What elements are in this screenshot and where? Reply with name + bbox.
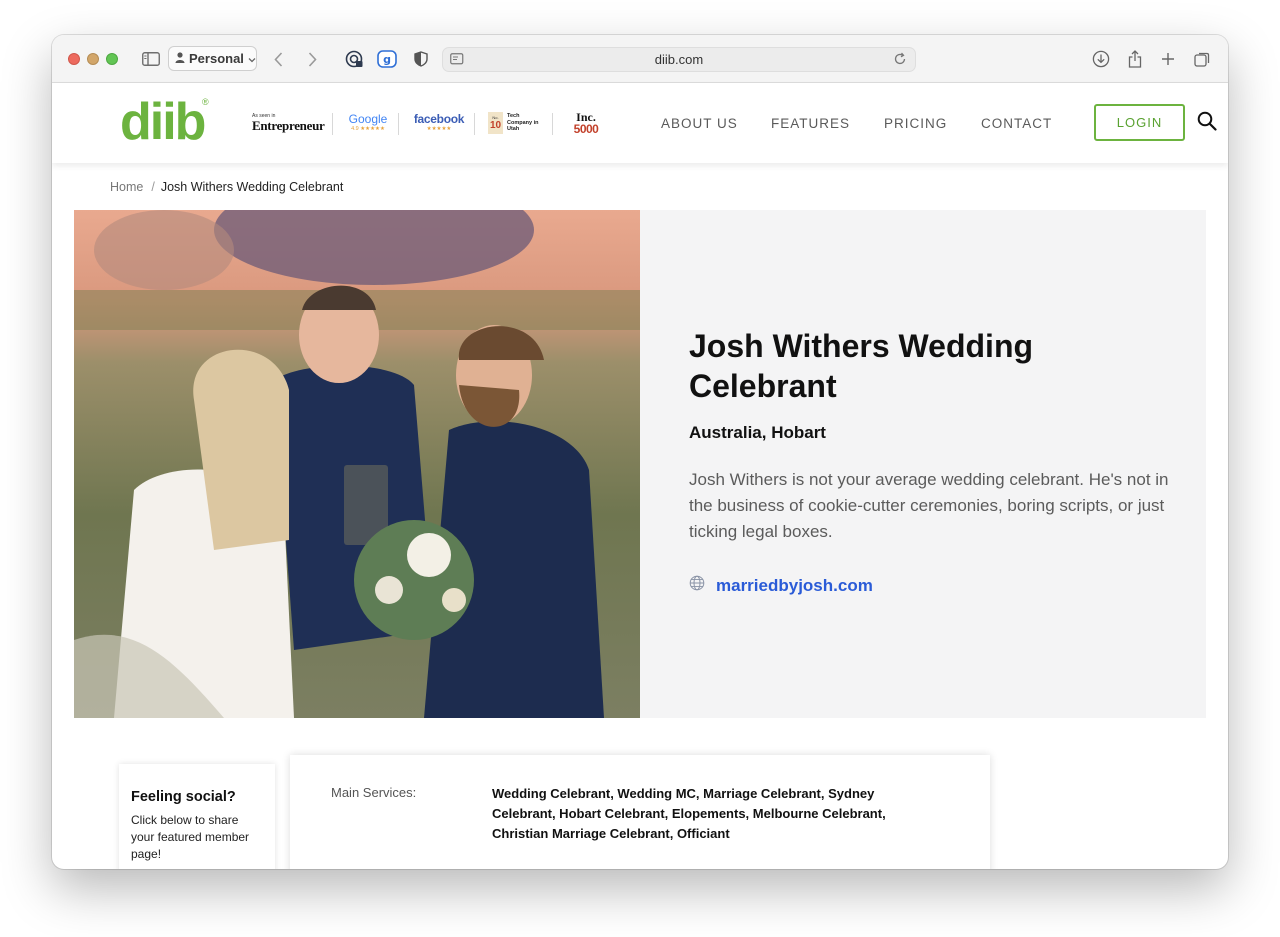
tabs-overview-icon[interactable]	[1193, 47, 1211, 71]
reload-icon[interactable]	[893, 52, 907, 69]
download-icon[interactable]	[1091, 47, 1111, 71]
nav-features[interactable]: FEATURES	[771, 116, 850, 131]
breadcrumb: Home / Josh Withers Wedding Celebrant	[110, 180, 343, 194]
back-icon[interactable]	[270, 47, 286, 71]
url-text: diib.com	[654, 52, 704, 67]
facebook-wordmark: facebook	[413, 112, 465, 126]
inc-number: 5000	[573, 121, 599, 136]
sidebar-icon[interactable]	[140, 47, 162, 71]
divider	[474, 113, 475, 135]
google-text: Google	[348, 112, 388, 126]
tech-rank-badge: No. 10	[488, 112, 503, 134]
globe-icon	[689, 575, 705, 596]
breadcrumb-home[interactable]: Home	[110, 180, 143, 194]
hero-photo	[74, 210, 640, 718]
zoom-window-button[interactable]	[106, 53, 118, 65]
social-title: Feeling social?	[131, 789, 236, 805]
divider	[332, 113, 333, 135]
press-logo-tech-company: No. 10 Tech Company in Utah	[488, 109, 546, 137]
social-text: Click below to share your featured membe…	[131, 813, 250, 861]
press-logo-entrepreneur: As seen in Entrepreneur	[252, 109, 325, 137]
business-description: Josh Withers is not your average wedding…	[689, 470, 1169, 541]
divider	[552, 113, 553, 135]
tech-company-text: Tech Company in Utah	[507, 113, 539, 133]
close-window-button[interactable]	[68, 53, 80, 65]
address-bar[interactable]: diib.com	[442, 47, 916, 72]
press-logo-facebook: facebook ★★★★★	[412, 109, 466, 137]
google-rating: 4.9 ★★★★★	[351, 126, 385, 132]
business-location: Australia, Hobart	[689, 423, 826, 442]
reader-icon[interactable]	[450, 53, 464, 69]
registered-mark: ®	[202, 97, 209, 107]
profile-label: Personal	[189, 51, 244, 66]
entrepreneur-wordmark: Entrepreneur	[252, 118, 325, 133]
website-link[interactable]: marriedbyjosh.com	[689, 575, 873, 596]
search-icon[interactable]	[1197, 111, 1217, 136]
breadcrumb-current: Josh Withers Wedding Celebrant	[160, 180, 344, 194]
diib-logo[interactable]: diib	[120, 96, 206, 148]
shield-icon[interactable]	[412, 47, 430, 71]
google-wordmark: Google	[349, 113, 388, 126]
new-tab-icon[interactable]	[1159, 47, 1177, 71]
login-button[interactable]: LOGIN	[1094, 104, 1185, 141]
press-logo-inc5000: Inc. 5000	[566, 109, 606, 137]
nav-pricing[interactable]: PRICING	[884, 116, 947, 131]
share-icon[interactable]	[1126, 47, 1144, 71]
services-card: Main Services: Wedding Celebrant, Weddin…	[290, 755, 990, 869]
minimize-window-button[interactable]	[87, 53, 99, 65]
svg-text:g: g	[383, 53, 391, 66]
forward-icon[interactable]	[304, 47, 320, 71]
divider	[398, 113, 399, 135]
press-logo-google: Google 4.9 ★★★★★	[346, 109, 390, 137]
person-icon	[175, 51, 185, 66]
breadcrumb-separator: /	[151, 180, 155, 194]
profile-selector[interactable]: Personal	[168, 46, 257, 71]
services-value: Wedding Celebrant, Wedding MC, Marriage …	[492, 786, 886, 841]
password-icon[interactable]	[344, 47, 364, 71]
inc-wordmark: Inc.	[576, 109, 596, 124]
site-header: diib ® As seen in Entrepreneur Google 4.…	[52, 83, 1228, 163]
social-share-card: Feeling social? Click below to share you…	[119, 764, 275, 869]
hero-info-panel: Josh Withers Wedding Celebrant Australia…	[640, 210, 1206, 718]
chevron-down-icon	[248, 51, 256, 66]
tech-rank-number: 10	[489, 120, 502, 131]
facebook-stars: ★★★★★	[426, 126, 452, 132]
services-label: Main Services:	[331, 785, 417, 800]
business-title: Josh Withers Wedding Celebrant	[689, 328, 1034, 404]
nav-about-us[interactable]: ABOUT US	[661, 116, 738, 131]
grammarly-icon[interactable]: g	[376, 47, 398, 71]
website-link-text: marriedbyjosh.com	[716, 575, 873, 595]
browser-toolbar: Personal g diib.com	[52, 35, 1228, 83]
browser-window: Personal g diib.com diib ® As seen in En…	[52, 35, 1228, 869]
nav-contact[interactable]: CONTACT	[981, 116, 1052, 131]
